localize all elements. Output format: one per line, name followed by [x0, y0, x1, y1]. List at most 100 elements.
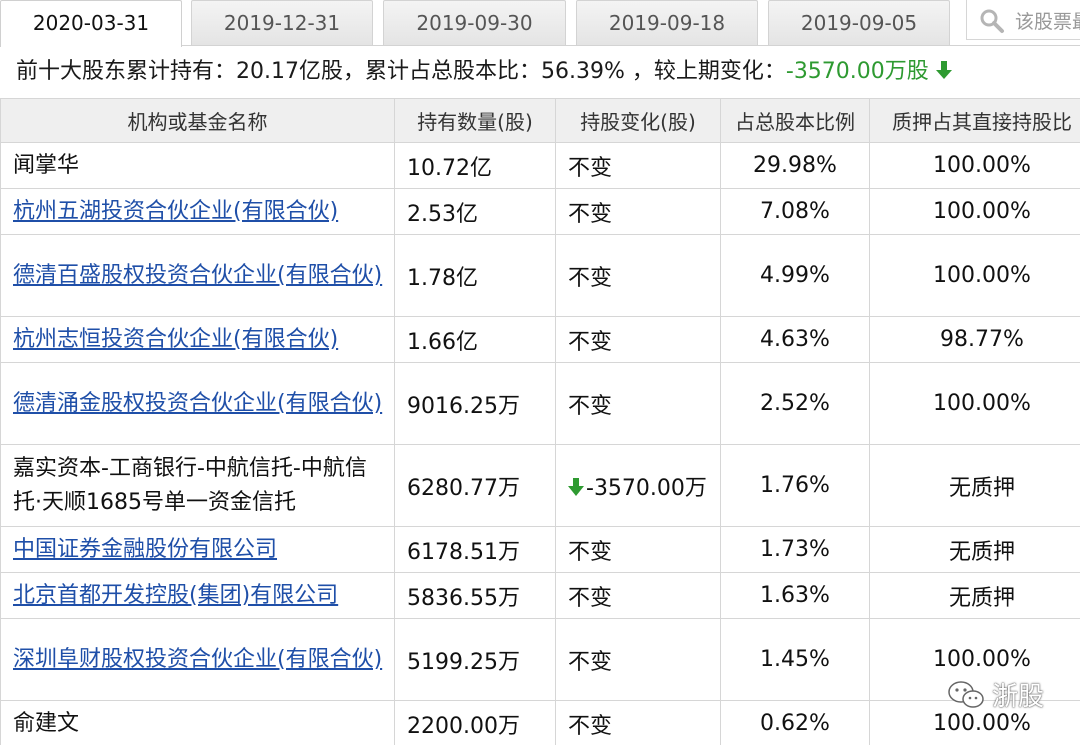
- holder-name-cell: 中国证券金融股份有限公司: [0, 526, 395, 573]
- report-date-tabs: 2020-03-31 2019-12-31 2019-09-30 2019-09…: [0, 0, 1080, 47]
- tab-2019-09-18[interactable]: 2019-09-18: [576, 0, 758, 45]
- header-change: 持股变化(股): [555, 98, 721, 143]
- holding-change: 不变: [568, 329, 613, 355]
- table-row: 德清百盛股权投资合伙企业(有限合伙) 1.78亿 不变 4.99% 100.00%: [0, 234, 1080, 317]
- share-ratio: 1.73%: [720, 526, 870, 573]
- holding-change-cell: 不变: [555, 526, 721, 573]
- share-ratio: 29.98%: [720, 142, 870, 189]
- arrow-down-icon: [568, 477, 584, 496]
- pledge-ratio: 100.00%: [869, 234, 1080, 317]
- holding-change: 不变: [568, 155, 613, 181]
- share-ratio: 4.63%: [720, 316, 870, 363]
- top-holders-summary: 前十大股东累计持有：20.17亿股，累计占总股本比：56.39% ，较上期变化：…: [0, 46, 1080, 98]
- tab-2019-09-05[interactable]: 2019-09-05: [768, 0, 950, 45]
- holder-name: 俞建文: [13, 710, 80, 736]
- holding-quantity: 2200.00万: [394, 700, 556, 745]
- header-name: 机构或基金名称: [0, 98, 395, 143]
- holding-change-cell: 不变: [555, 572, 721, 619]
- table-row: 深圳阜财股权投资合伙企业(有限合伙) 5199.25万 不变 1.45% 100.00%: [0, 618, 1080, 701]
- pledge-ratio: 无质押: [869, 444, 1080, 527]
- holder-name: 嘉实资本-工商银行-中航信托-中航信托·天顺1685号单一资金信托: [13, 455, 367, 515]
- search-icon: [980, 9, 1004, 33]
- holder-name-cell: 俞建文: [0, 700, 395, 745]
- holding-change-cell: 不变: [555, 700, 721, 745]
- holder-name: 闻掌华: [13, 152, 80, 178]
- shareholders-table: 机构或基金名称 持有数量(股) 持股变化(股) 占总股本比例 质押占其直接持股比…: [0, 98, 1080, 745]
- watermark: 浙股: [946, 676, 1066, 716]
- share-ratio: 1.45%: [720, 618, 870, 701]
- holding-change-cell: 不变: [555, 618, 721, 701]
- holder-name-link[interactable]: 杭州五湖投资合伙企业(有限合伙): [13, 199, 338, 224]
- holder-name-link[interactable]: 北京首都开发控股(集团)有限公司: [13, 583, 338, 608]
- holder-name-cell: 德清涌金股权投资合伙企业(有限合伙): [0, 362, 395, 445]
- tab-2020-03-31[interactable]: 2020-03-31: [0, 0, 182, 47]
- holding-change-cell: 不变: [555, 362, 721, 445]
- holder-name-link[interactable]: 中国证券金融股份有限公司: [13, 537, 277, 562]
- summary-change-value: -3570.00万股: [785, 59, 929, 84]
- holder-name-link[interactable]: 深圳阜财股权投资合伙企业(有限合伙): [13, 647, 382, 672]
- holder-name-cell: 深圳阜财股权投资合伙企业(有限合伙): [0, 618, 395, 701]
- holding-quantity: 5836.55万: [394, 572, 556, 619]
- table-row: 德清涌金股权投资合伙企业(有限合伙) 9016.25万 不变 2.52% 100.00%: [0, 362, 1080, 445]
- share-ratio: 7.08%: [720, 188, 870, 235]
- table-row: 闻掌华 10.72亿 不变 29.98% 100.00%: [0, 142, 1080, 189]
- holder-name-cell: 嘉实资本-工商银行-中航信托-中航信托·天顺1685号单一资金信托: [0, 444, 395, 527]
- header-share-ratio: 占总股本比例: [720, 98, 870, 143]
- summary-text: 前十大股东累计持有：20.17亿股，累计占总股本比：56.39% ，较上期变化：: [16, 59, 786, 84]
- tab-2019-12-31[interactable]: 2019-12-31: [191, 0, 373, 45]
- holding-change-cell: 不变: [555, 142, 721, 189]
- holder-name-link[interactable]: 德清百盛股权投资合伙企业(有限合伙): [13, 263, 382, 288]
- table-row: 杭州五湖投资合伙企业(有限合伙) 2.53亿 不变 7.08% 100.00%: [0, 188, 1080, 235]
- pledge-ratio: 无质押: [869, 572, 1080, 619]
- holder-name-cell: 杭州五湖投资合伙企业(有限合伙): [0, 188, 395, 235]
- pledge-ratio: 无质押: [869, 526, 1080, 573]
- holding-quantity: 2.53亿: [394, 188, 556, 235]
- share-ratio: 4.99%: [720, 234, 870, 317]
- holding-change: 不变: [568, 585, 613, 611]
- holding-change: 不变: [568, 265, 613, 291]
- stock-search-input[interactable]: 该股票最: [966, 0, 1080, 40]
- arrow-down-icon: [935, 61, 952, 79]
- search-placeholder: 该股票最: [1015, 11, 1080, 33]
- pledge-ratio: 98.77%: [869, 316, 1080, 363]
- holding-change: 不变: [568, 649, 613, 675]
- holder-name-cell: 德清百盛股权投资合伙企业(有限合伙): [0, 234, 395, 317]
- pledge-ratio: 100.00%: [869, 188, 1080, 235]
- tab-2019-09-30[interactable]: 2019-09-30: [383, 0, 566, 45]
- pledge-ratio: 100.00%: [869, 362, 1080, 445]
- holding-quantity: 1.78亿: [394, 234, 556, 317]
- holding-change-cell: 不变: [555, 234, 721, 317]
- wechat-icon: [948, 681, 984, 708]
- table-row: 中国证券金融股份有限公司 6178.51万 不变 1.73% 无质押: [0, 526, 1080, 573]
- holding-quantity: 1.66亿: [394, 316, 556, 363]
- share-ratio: 1.63%: [720, 572, 870, 619]
- holding-change: 不变: [568, 393, 613, 419]
- holder-name-link[interactable]: 德清涌金股权投资合伙企业(有限合伙): [13, 391, 382, 416]
- table-body: 闻掌华 10.72亿 不变 29.98% 100.00% 杭州五湖投资合伙企业(有限合伙)…: [0, 142, 1080, 745]
- share-ratio: 1.76%: [720, 444, 870, 527]
- table-row: 嘉实资本-工商银行-中航信托-中航信托·天顺1685号单一资金信托 6280.77…: [0, 444, 1080, 527]
- table-row: 北京首都开发控股(集团)有限公司 5836.55万 不变 1.63% 无质押: [0, 572, 1080, 619]
- holder-name-link[interactable]: 杭州志恒投资合伙企业(有限合伙): [13, 327, 338, 352]
- holding-change-cell: 不变: [555, 316, 721, 363]
- holder-name-cell: 闻掌华: [0, 142, 395, 189]
- holding-quantity: 9016.25万: [394, 362, 556, 445]
- holder-name-cell: 北京首都开发控股(集团)有限公司: [0, 572, 395, 619]
- table-header-row: 机构或基金名称 持有数量(股) 持股变化(股) 占总股本比例 质押占其直接持股比: [0, 98, 1080, 143]
- holding-change-cell: 不变: [555, 188, 721, 235]
- header-quantity: 持有数量(股): [394, 98, 556, 143]
- share-ratio: 0.62%: [720, 700, 870, 745]
- holder-name-cell: 杭州志恒投资合伙企业(有限合伙): [0, 316, 395, 363]
- holding-quantity: 5199.25万: [394, 618, 556, 701]
- holding-change: 不变: [568, 713, 613, 739]
- holding-change: 不变: [568, 201, 613, 227]
- holding-quantity: 6178.51万: [394, 526, 556, 573]
- pledge-ratio: 100.00%: [869, 142, 1080, 189]
- holding-change: 不变: [568, 539, 613, 565]
- table-row: 俞建文 2200.00万 不变 0.62% 100.00%: [0, 700, 1080, 745]
- holding-change-cell: -3570.00万: [555, 444, 721, 527]
- share-ratio: 2.52%: [720, 362, 870, 445]
- table-row: 杭州志恒投资合伙企业(有限合伙) 1.66亿 不变 4.63% 98.77%: [0, 316, 1080, 363]
- holding-quantity: 10.72亿: [394, 142, 556, 189]
- watermark-text: 浙股: [992, 682, 1045, 712]
